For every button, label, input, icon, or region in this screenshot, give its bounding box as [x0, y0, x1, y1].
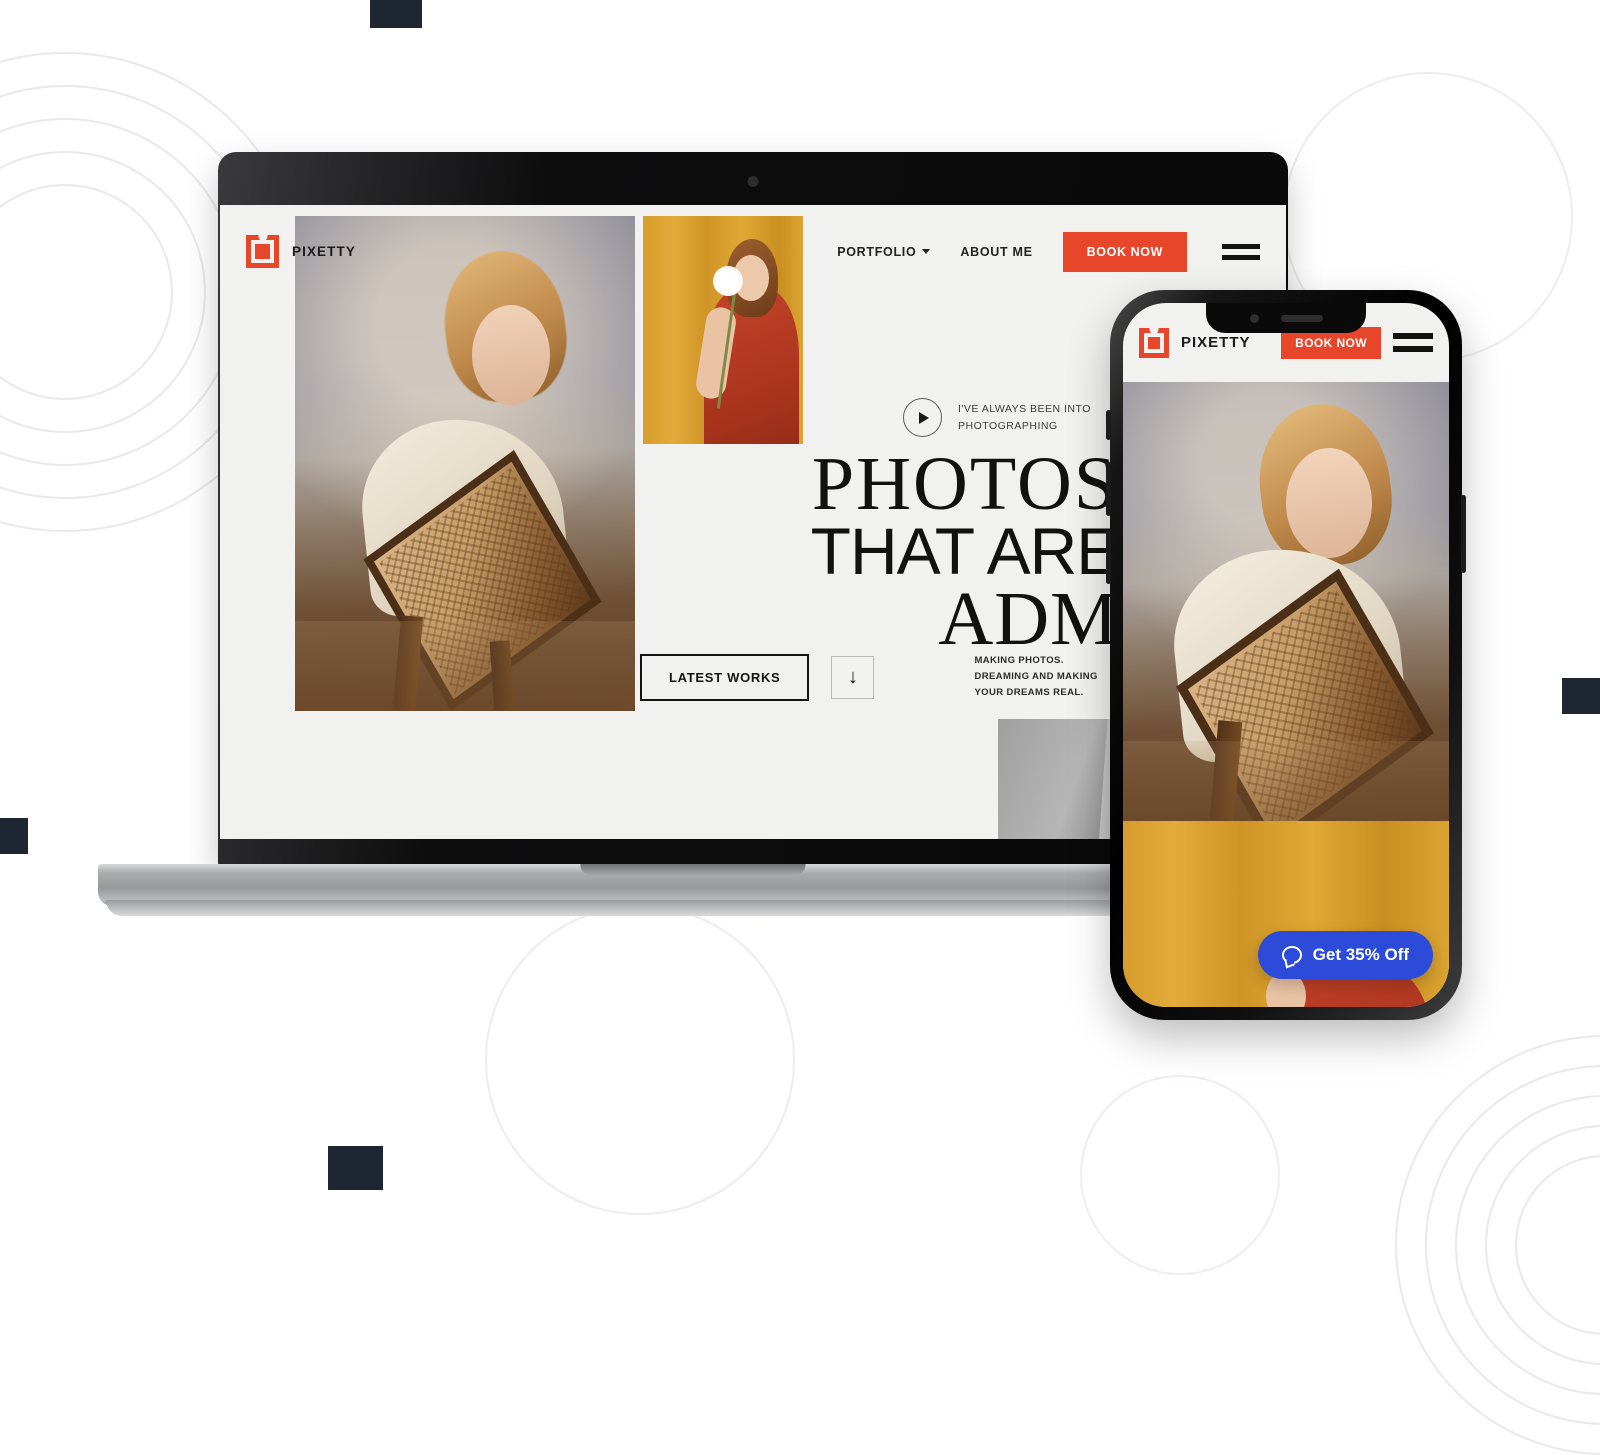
phone-mockup: PIXETTY BOOK NOW Get 35% Off — [1106, 290, 1466, 1020]
earpiece-speaker — [1280, 314, 1323, 322]
front-camera-icon — [1249, 313, 1259, 323]
accent-square-top — [370, 0, 422, 28]
woman-leaning-on-chair-photo — [1123, 382, 1449, 821]
phone-power-button[interactable] — [1461, 495, 1466, 573]
main-navigation: PORTFOLIO ABOUT ME BOOK NOW — [837, 231, 1260, 272]
accent-square-bottom — [328, 1146, 383, 1190]
tagline-line3: YOUR DREAMS REAL. — [974, 687, 1084, 699]
nav-item-portfolio[interactable]: PORTFOLIO — [837, 244, 931, 259]
nav-about-label: ABOUT ME — [960, 244, 1033, 259]
concentric-rings-bottom-right — [1395, 1035, 1600, 1455]
hamburger-menu-icon[interactable] — [1222, 243, 1260, 260]
accent-square-right — [1562, 678, 1600, 714]
chat-bubble-icon — [1281, 946, 1302, 964]
nav-item-about-me[interactable]: ABOUT ME — [960, 245, 1032, 259]
laptop-foot — [106, 900, 1280, 916]
hamburger-menu-icon[interactable] — [1393, 333, 1433, 352]
tagline-line2: DREAMING AND MAKING — [974, 671, 1098, 683]
brand-name: PIXETTY — [292, 244, 356, 259]
arrow-down-icon: ↓ — [847, 666, 858, 689]
video-promo-text: I'VE ALWAYS BEEN INTO PHOTOGRAPHING — [958, 401, 1091, 434]
phone-mute-button[interactable] — [1106, 410, 1111, 440]
chat-widget-label: Get 35% Off — [1312, 945, 1409, 964]
phone-screen: PIXETTY BOOK NOW Get 35% Off — [1123, 303, 1449, 1007]
video-promo-line1: I'VE ALWAYS BEEN INTO — [958, 403, 1091, 416]
nav-portfolio-label: PORTFOLIO — [837, 244, 917, 259]
hero-cta-row: LATEST WORKS ↓ MAKING PHOTOS. DREAMING A… — [640, 653, 1098, 701]
video-promo-line2: PHOTOGRAPHING — [958, 419, 1058, 432]
play-icon[interactable] — [903, 398, 942, 437]
accent-square-left — [0, 818, 28, 854]
tagline-line1: MAKING PHOTOS. — [974, 655, 1064, 666]
webcam-icon — [747, 176, 759, 187]
phone-notch — [1206, 303, 1366, 333]
chevron-down-icon — [922, 249, 931, 254]
laptop-bezel — [218, 152, 1288, 205]
latest-works-button[interactable]: LATEST WORKS — [640, 653, 810, 701]
circle-outline-bottom-left — [1080, 1075, 1280, 1275]
phone-volume-up-button[interactable] — [1106, 462, 1111, 516]
video-promo[interactable]: I'VE ALWAYS BEEN INTO PHOTOGRAPHING — [903, 398, 1091, 437]
chat-widget-button[interactable]: Get 35% Off — [1257, 931, 1433, 979]
phone-volume-down-button[interactable] — [1106, 530, 1111, 584]
pixetty-logo-icon — [1139, 327, 1169, 358]
brand-logo[interactable]: PIXETTY — [246, 235, 356, 268]
site-header: PIXETTY PORTFOLIO ABOUT ME BOOK NOW — [220, 205, 1286, 298]
scroll-down-button[interactable]: ↓ — [831, 655, 875, 699]
pixetty-logo-icon — [246, 235, 279, 268]
yellow-backdrop-photo — [1123, 821, 1449, 1007]
circle-outline-bottom-center — [485, 905, 795, 1215]
hero-tagline: MAKING PHOTOS. DREAMING AND MAKING YOUR … — [974, 653, 1097, 701]
book-now-button[interactable]: BOOK NOW — [1062, 231, 1187, 272]
brand-name: PIXETTY — [1181, 334, 1251, 351]
mockup-stage: PIXETTY PORTFOLIO ABOUT ME BOOK NOW I'VE… — [0, 0, 1600, 1455]
